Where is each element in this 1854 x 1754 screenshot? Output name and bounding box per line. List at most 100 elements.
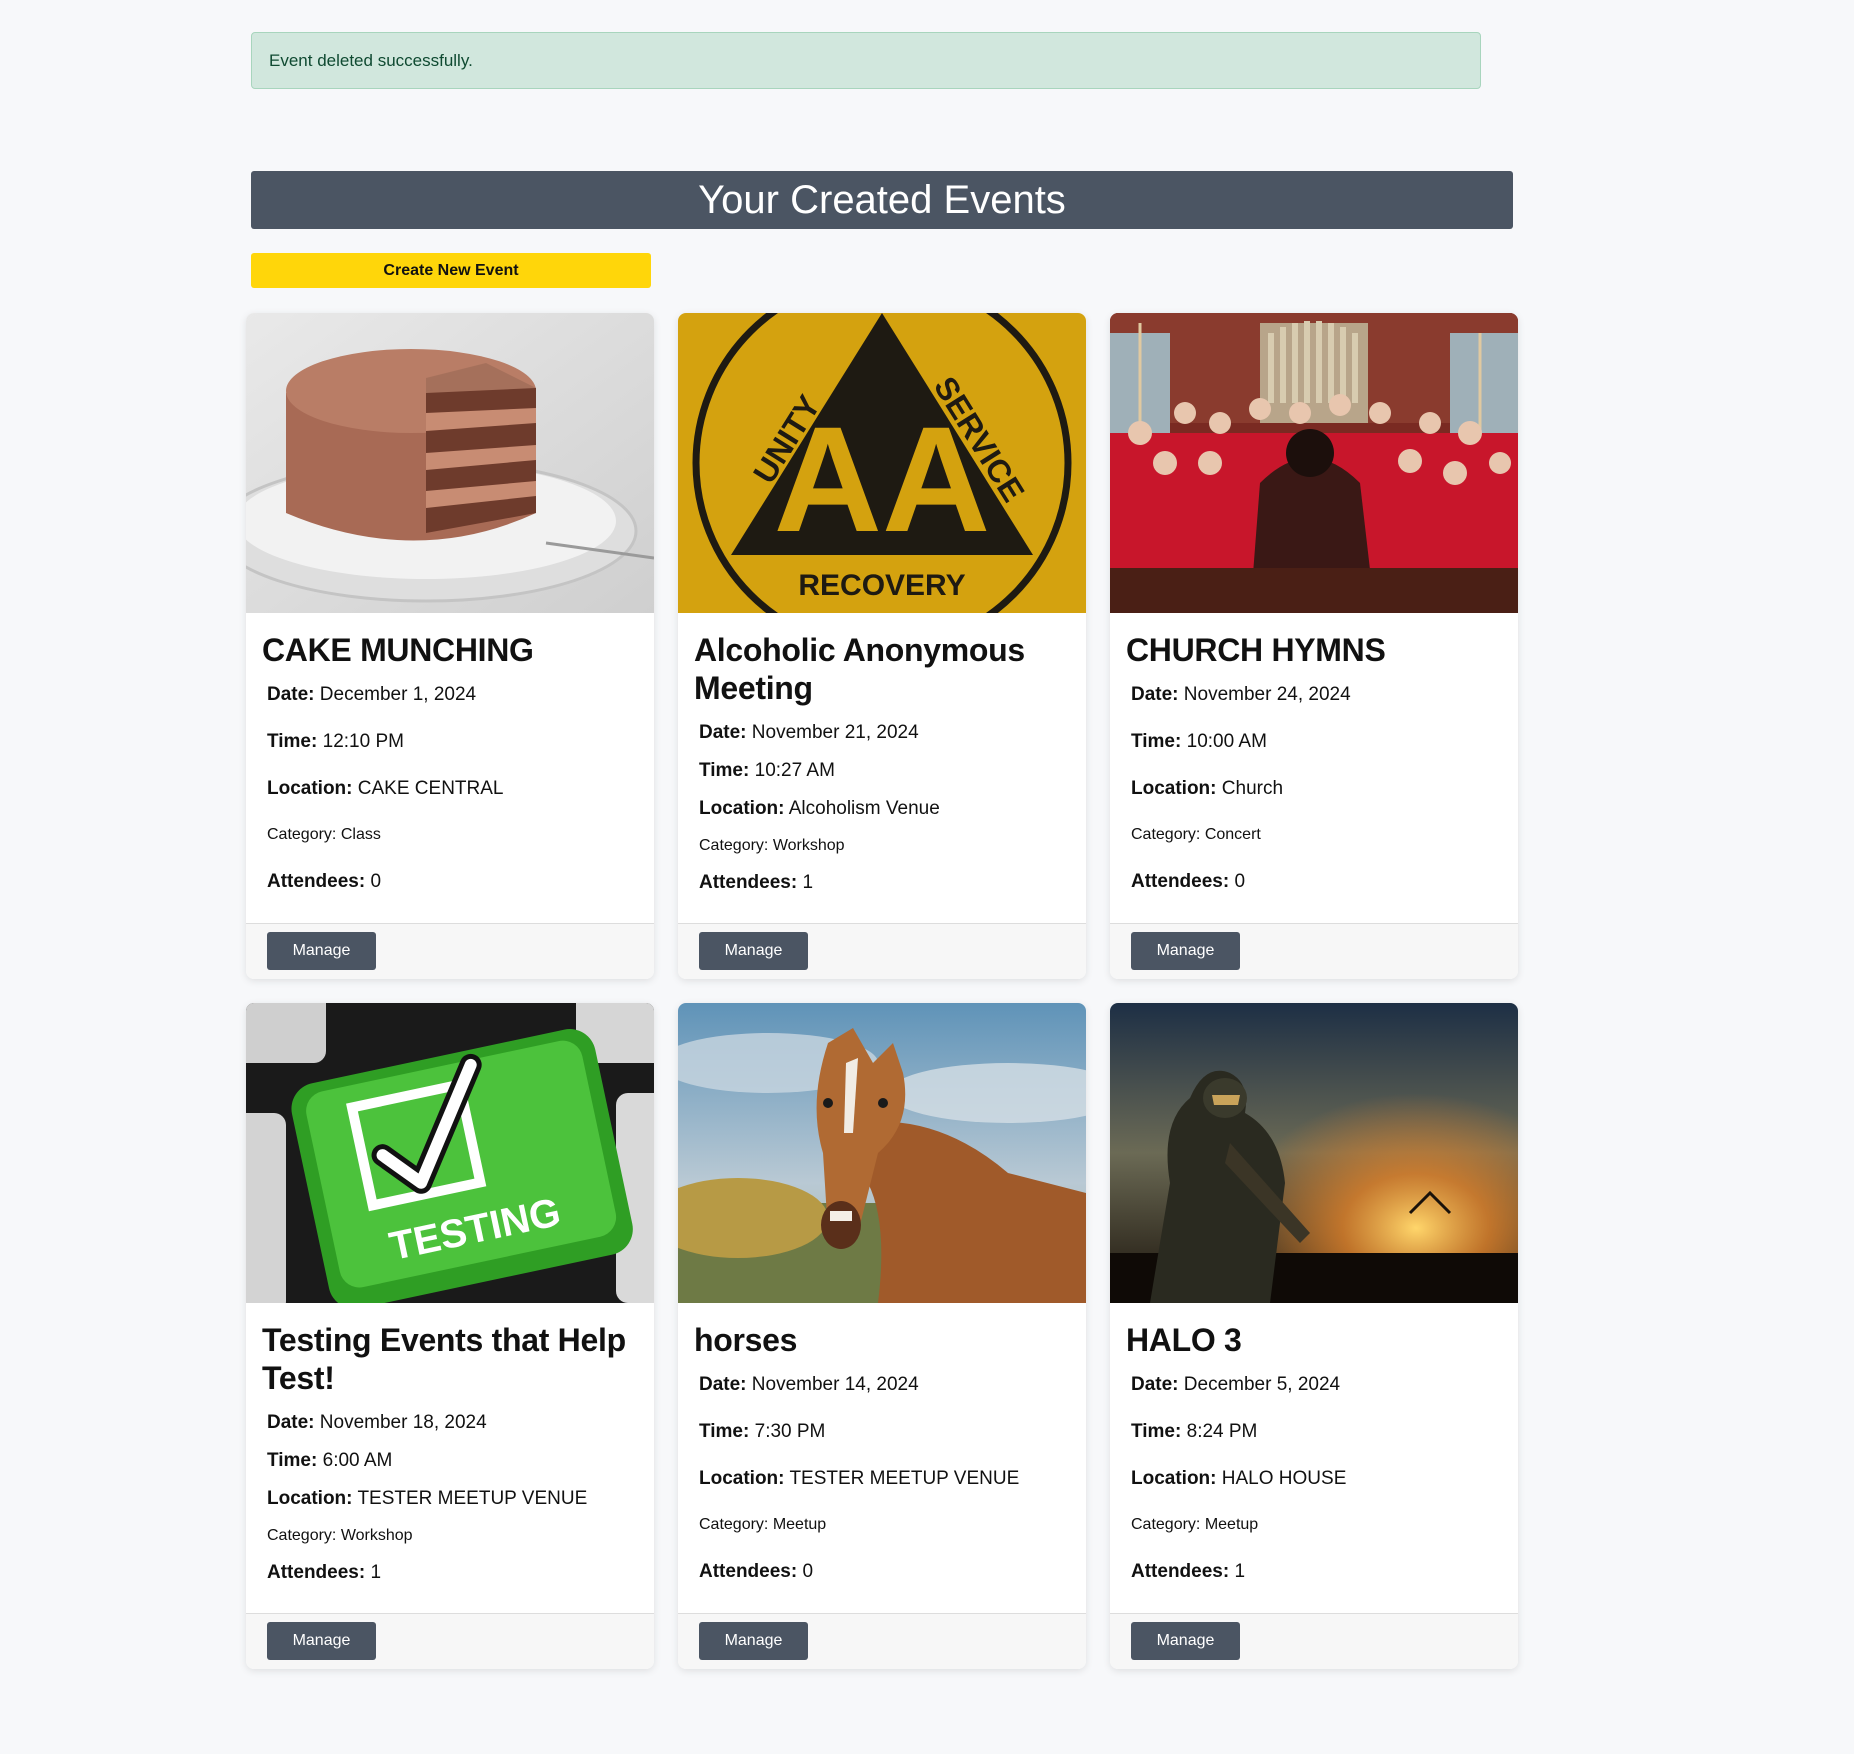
date-value: November 14, 2024 (751, 1374, 919, 1395)
location-value: Alcoholism Venue (788, 798, 940, 819)
event-time: Time: 7:30 PM (694, 1420, 1070, 1444)
date-label: Date: (267, 684, 315, 705)
location-label: Location: (1131, 1468, 1217, 1489)
event-time: Time: 6:00 AM (262, 1449, 638, 1473)
date-value: December 1, 2024 (319, 684, 477, 705)
event-card: HALO 3 Date: December 5, 2024 Time: 8:24… (1110, 1003, 1518, 1669)
date-label: Date: (267, 1412, 315, 1433)
attendees-label: Attendees: (267, 1562, 366, 1583)
category-value: Workshop (772, 837, 845, 854)
time-value: 6:00 AM (322, 1450, 393, 1471)
event-attendees: Attendees: 1 (694, 871, 1070, 895)
location-label: Location: (267, 1488, 353, 1509)
event-attendees: Attendees: 0 (694, 1560, 1070, 1584)
time-label: Time: (1131, 731, 1182, 752)
manage-button[interactable]: Manage (267, 932, 376, 970)
category-value: Concert (1204, 826, 1261, 843)
attendees-value: 1 (1234, 1561, 1246, 1582)
event-image-halo (1110, 1003, 1518, 1303)
event-attendees: Attendees: 1 (262, 1561, 638, 1585)
event-category: Category: Concert (1126, 824, 1502, 846)
event-location: Location: Alcoholism Venue (694, 797, 1070, 821)
chocolate-cake-icon (246, 313, 654, 613)
category-value: Meetup (1204, 1516, 1259, 1533)
attendees-value: 0 (802, 1561, 814, 1582)
time-label: Time: (267, 1450, 318, 1471)
page-title: Your Created Events (698, 177, 1066, 222)
card-footer: Manage (678, 1613, 1086, 1669)
horse-icon (678, 1003, 1086, 1303)
event-date: Date: November 24, 2024 (1126, 683, 1502, 707)
attendees-label: Attendees: (699, 872, 798, 893)
event-category: Category: Class (262, 824, 638, 846)
event-card: horses Date: November 14, 2024 Time: 7:3… (678, 1003, 1086, 1669)
event-category: Category: Workshop (262, 1525, 638, 1547)
page-title-bar: Your Created Events (251, 171, 1513, 229)
manage-button[interactable]: Manage (1131, 1622, 1240, 1660)
event-date: Date: November 18, 2024 (262, 1411, 638, 1435)
event-location: Location: Church (1126, 777, 1502, 801)
event-date: Date: November 14, 2024 (694, 1373, 1070, 1397)
card-footer: Manage (246, 1613, 654, 1669)
event-title: HALO 3 (1126, 1322, 1242, 1358)
time-label: Time: (699, 760, 750, 781)
location-label: Location: (699, 798, 785, 819)
event-image-testing: TESTING (246, 1003, 654, 1303)
category-value: Meetup (772, 1516, 827, 1533)
time-label: Time: (1131, 1421, 1182, 1442)
date-value: November 24, 2024 (1183, 684, 1351, 705)
category-label: Category: (267, 1527, 337, 1544)
event-image-cake (246, 313, 654, 613)
church-choir-icon (1110, 313, 1518, 613)
event-card: CHURCH HYMNS Date: November 24, 2024 Tim… (1110, 313, 1518, 979)
card-footer: Manage (678, 923, 1086, 979)
time-label: Time: (267, 731, 318, 752)
attendees-label: Attendees: (267, 871, 366, 892)
date-value: November 18, 2024 (319, 1412, 487, 1433)
attendees-value: 0 (370, 871, 382, 892)
event-title: CAKE MUNCHING (262, 632, 534, 668)
manage-button[interactable]: Manage (699, 1622, 808, 1660)
attendees-value: 1 (370, 1562, 382, 1583)
attendees-value: 1 (802, 872, 814, 893)
event-title: CHURCH HYMNS (1126, 632, 1386, 668)
halo-soldier-icon (1110, 1003, 1518, 1303)
card-footer: Manage (1110, 1613, 1518, 1669)
event-location: Location: CAKE CENTRAL (262, 777, 638, 801)
location-label: Location: (699, 1468, 785, 1489)
event-attendees: Attendees: 0 (262, 870, 638, 894)
event-attendees: Attendees: 1 (1126, 1560, 1502, 1584)
category-label: Category: (1131, 826, 1201, 843)
event-card: CAKE MUNCHING Date: December 1, 2024 Tim… (246, 313, 654, 979)
manage-button[interactable]: Manage (699, 932, 808, 970)
time-value: 10:00 AM (1186, 731, 1267, 752)
aa-recovery: RECOVERY (798, 569, 965, 602)
date-value: November 21, 2024 (751, 722, 919, 743)
attendees-value: 0 (1234, 871, 1246, 892)
time-value: 10:27 AM (754, 760, 835, 781)
time-value: 7:30 PM (754, 1421, 826, 1442)
event-time: Time: 10:27 AM (694, 759, 1070, 783)
event-time: Time: 8:24 PM (1126, 1420, 1502, 1444)
category-label: Category: (1131, 1516, 1201, 1533)
attendees-label: Attendees: (699, 1561, 798, 1582)
event-category: Category: Meetup (1126, 1514, 1502, 1536)
attendees-label: Attendees: (1131, 871, 1230, 892)
location-label: Location: (1131, 778, 1217, 799)
event-image-aa: AA UNITY SERVICE RECOVERY (678, 313, 1086, 613)
date-label: Date: (699, 722, 747, 743)
manage-button[interactable]: Manage (1131, 932, 1240, 970)
event-category: Category: Meetup (694, 1514, 1070, 1536)
event-grid: CAKE MUNCHING Date: December 1, 2024 Tim… (246, 313, 1518, 1669)
event-title: Alcoholic Anonymous Meeting (694, 632, 1025, 706)
date-value: December 5, 2024 (1183, 1374, 1341, 1395)
location-value: CAKE CENTRAL (357, 778, 504, 799)
category-label: Category: (699, 1516, 769, 1533)
category-label: Category: (267, 826, 337, 843)
event-time: Time: 12:10 PM (262, 730, 638, 754)
time-label: Time: (699, 1421, 750, 1442)
manage-button[interactable]: Manage (267, 1622, 376, 1660)
location-value: Church (1221, 778, 1284, 799)
create-new-event-button[interactable]: Create New Event (251, 253, 651, 288)
event-location: Location: TESTER MEETUP VENUE (262, 1487, 638, 1511)
